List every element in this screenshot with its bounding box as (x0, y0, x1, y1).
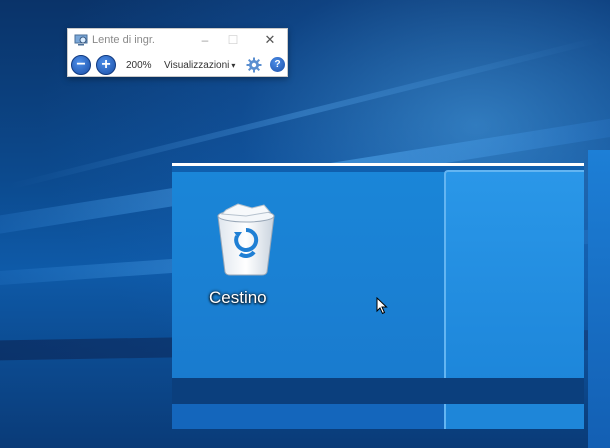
recycle-bin-icon[interactable] (212, 202, 280, 276)
window-title: Lente di ingr. (92, 34, 155, 46)
maximize-button[interactable]: ☐ (224, 32, 242, 48)
help-button[interactable]: ? (270, 57, 285, 72)
chevron-down-icon: ▾ (231, 61, 236, 70)
views-dropdown[interactable]: Visualizzazioni ▾ (164, 60, 235, 71)
magnifier-lens-view: Cestino (172, 163, 584, 429)
zoom-level-readout: 200% (126, 60, 152, 71)
magnifier-titlebar[interactable]: Lente di ingr. – ☐ ✕ (68, 29, 287, 51)
wallpaper-window-pane (588, 150, 610, 448)
magnifier-toolbar: − + 200% Visualizzazioni ▾ ? (68, 53, 287, 77)
zoom-in-icon: + (101, 56, 111, 73)
zoom-out-button[interactable]: − (71, 55, 91, 75)
help-icon: ? (274, 59, 281, 70)
recycle-bin-label: Cestino (209, 288, 267, 307)
views-label: Visualizzazioni (164, 60, 230, 71)
minimize-button[interactable]: – (196, 32, 214, 48)
lens-bottom-pane (444, 404, 584, 429)
gear-icon[interactable] (246, 57, 262, 73)
mouse-cursor-icon (376, 297, 388, 315)
magnifier-window[interactable]: Lente di ingr. – ☐ ✕ − + 200% Visualizza… (67, 28, 288, 77)
lens-dark-band (172, 378, 584, 404)
zoom-out-icon: − (76, 56, 86, 73)
zoom-in-button[interactable]: + (96, 55, 116, 75)
lens-window-pane (444, 170, 584, 384)
close-button[interactable]: ✕ (261, 32, 279, 48)
magnifier-app-icon (74, 34, 88, 46)
